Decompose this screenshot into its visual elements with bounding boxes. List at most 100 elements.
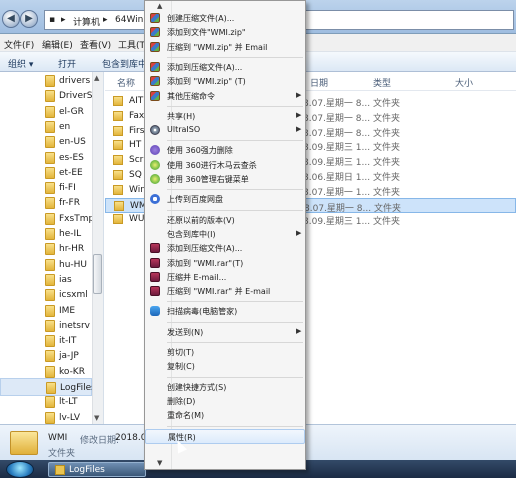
context-menu-item[interactable]: 添加到文件"WMI.zip" xyxy=(145,25,305,40)
column-header-name[interactable]: 名称 xyxy=(117,76,135,89)
context-menu-item[interactable]: 复制(C) xyxy=(145,359,305,374)
360g-icon xyxy=(150,174,160,184)
nav-tree-item-label: drivers xyxy=(59,76,91,86)
nav-tree-item-label: IME xyxy=(59,305,76,316)
context-menu-item[interactable]: 添加到 "WMI.rar"(T) xyxy=(145,256,305,271)
navigation-pane: drivers DriverSto el-GR en en-US es-ES et-EE fi… xyxy=(0,72,104,424)
forward-button[interactable]: ▶ xyxy=(20,10,38,28)
context-menu-item[interactable]: 使用 360进行木马云查杀 xyxy=(145,158,305,173)
folder-icon xyxy=(113,184,123,195)
menu-scroll-up-icon[interactable]: ▲ xyxy=(157,2,162,10)
taskbar-window-button[interactable]: LogFiles xyxy=(48,462,146,477)
context-menu-item-label: 添加到压缩文件(A)... xyxy=(167,244,243,254)
nav-tree-item-label: FxsTmp xyxy=(59,213,95,224)
file-name: Firs xyxy=(129,125,145,136)
folder-icon xyxy=(45,289,55,302)
menu-view[interactable]: 查看(V) xyxy=(80,38,111,51)
file-date: 8.09.星期三 1... xyxy=(303,217,371,228)
folder-icon xyxy=(45,396,55,409)
menu-separator xyxy=(167,376,303,378)
context-menu-item[interactable]: 重命名(M) xyxy=(145,408,305,423)
folder-icon xyxy=(45,319,55,332)
folder-icon xyxy=(113,140,123,151)
context-menu-item-label: 使用 360进行木马云查杀 xyxy=(167,160,257,170)
context-menu-item-label: 添加到文件"WMI.zip" xyxy=(167,28,246,38)
zip-icon xyxy=(150,13,160,23)
menu-separator xyxy=(167,321,303,323)
context-menu-item-label: 使用 360强力删除 xyxy=(167,146,233,156)
context-menu-item[interactable]: UltraISO ▶ xyxy=(145,123,305,138)
nav-tree-item-label: fi-FI xyxy=(59,183,76,194)
context-menu-item[interactable]: 压缩并 E-mail... xyxy=(145,270,305,285)
context-menu-item[interactable]: 添加到压缩文件(A)... xyxy=(145,60,305,75)
context-menu-item[interactable]: 还原以前的版本(V) xyxy=(145,213,305,228)
column-header-date[interactable]: 日期 xyxy=(310,76,328,89)
menu-scroll-down-icon[interactable]: ▼ xyxy=(157,459,162,467)
context-menu-item[interactable]: 属性(R) xyxy=(145,428,305,444)
context-menu-item[interactable]: 删除(D) xyxy=(145,394,305,409)
file-type: 文件夹 xyxy=(373,99,401,109)
organize-button[interactable]: 组织 ▾ xyxy=(8,57,33,70)
context-menu-item[interactable]: 压缩到 "WMI.zip" 并 Email xyxy=(145,40,305,55)
open-button[interactable]: 打开 xyxy=(58,57,76,70)
nav-scrollbar[interactable] xyxy=(92,72,103,424)
nav-scrollbar-thumb[interactable] xyxy=(93,254,102,294)
context-menu-item[interactable]: 发送到(N) ▶ xyxy=(145,325,305,340)
context-menu-item[interactable]: 剪切(T) xyxy=(145,345,305,360)
column-header-size[interactable]: 大小 xyxy=(455,76,473,89)
menu-separator xyxy=(167,425,303,427)
breadcrumb-separator[interactable]: ▸ xyxy=(103,15,108,25)
file-type: 文件夹 xyxy=(373,143,401,154)
context-menu-item-label: 创建压缩文件(A)... xyxy=(167,14,235,23)
folder-icon: ▪ xyxy=(49,15,56,25)
file-date: 8.07.星期一 8... xyxy=(303,128,371,139)
include-in-library-button[interactable]: 包含到库中 xyxy=(102,57,147,70)
context-menu-item[interactable]: 使用 360强力删除 xyxy=(145,143,305,158)
nav-tree-item-label: he-IL xyxy=(59,229,82,239)
nav-tree-item-label: ias xyxy=(59,274,72,285)
folder-icon xyxy=(113,214,123,225)
context-menu-item[interactable]: 创建压缩文件(A)... xyxy=(145,11,305,26)
back-button[interactable]: ◀ xyxy=(2,10,20,28)
scroll-up-arrow-icon[interactable]: ▲ xyxy=(94,74,99,82)
folder-icon xyxy=(10,431,38,455)
context-menu-item[interactable]: 上传到百度网盘 xyxy=(145,192,305,207)
nav-tree-item-label: hu-HU xyxy=(59,259,88,270)
context-menu-item[interactable]: 共享(H) ▶ xyxy=(145,109,305,124)
menu-edit[interactable]: 编辑(E) xyxy=(42,38,73,51)
folder-icon xyxy=(45,136,55,149)
zip-icon xyxy=(150,27,160,38)
context-menu-item[interactable]: 包含到库中(I) ▶ xyxy=(145,227,305,242)
folder-icon xyxy=(114,200,124,211)
folder-icon xyxy=(113,96,123,106)
menu-separator xyxy=(167,209,303,211)
nav-tree-item[interactable]: lv-LV xyxy=(0,409,92,424)
rar-icon xyxy=(150,243,160,254)
file-name: Fax xyxy=(129,110,145,121)
context-menu-item[interactable]: 压缩到 "WMI.rar" 并 E-mail xyxy=(145,284,305,299)
folder-icon xyxy=(45,411,55,424)
rar-icon xyxy=(150,271,160,282)
file-date: 8.09.星期三 1... xyxy=(303,143,371,154)
context-menu-item[interactable]: 创建快捷方式(S) xyxy=(145,380,305,395)
context-menu-item[interactable]: 扫描病毒(电脑管家) xyxy=(145,304,305,319)
context-menu-item[interactable]: 使用 360管理右键菜单 xyxy=(145,172,305,187)
menu-file[interactable]: 文件(F) xyxy=(4,38,34,51)
context-menu-item-label: 发送到(N) xyxy=(167,327,204,337)
context-menu-item-label: 压缩并 E-mail... xyxy=(167,272,227,282)
nav-tree-item-label: lt-LT xyxy=(59,397,78,408)
scroll-down-arrow-icon[interactable]: ▼ xyxy=(94,414,99,422)
file-name: HT xyxy=(129,140,142,151)
folder-icon xyxy=(45,228,55,240)
menu-separator xyxy=(167,105,303,107)
column-header-type[interactable]: 类型 xyxy=(373,76,391,89)
nav-tree-item-label: lv-LV xyxy=(59,412,81,423)
breadcrumb-computer[interactable]: 计算机 xyxy=(73,15,100,28)
context-menu-item[interactable]: 添加到 "WMI.zip" (T) xyxy=(145,74,305,89)
context-menu-item[interactable]: 其他压缩命令 ▶ xyxy=(145,89,305,104)
start-button[interactable] xyxy=(6,461,34,478)
breadcrumb-separator[interactable]: ▸ xyxy=(61,15,66,25)
zip-icon xyxy=(150,61,160,72)
zip-icon xyxy=(150,90,160,101)
context-menu-item[interactable]: 添加到压缩文件(A)... xyxy=(145,241,305,256)
